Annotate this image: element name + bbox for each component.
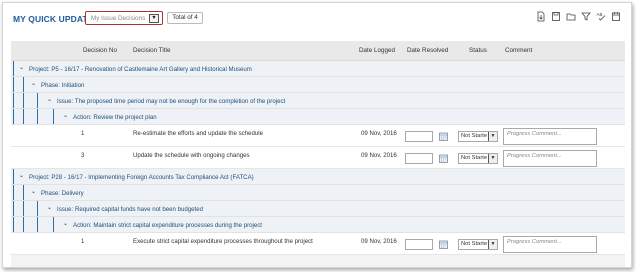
date-resolved-input[interactable] [405,153,433,164]
date-logged: 09 Nov, 2016 [361,152,397,159]
filter-icon[interactable] [581,11,591,22]
date-logged: 09 Nov, 2016 [361,238,397,245]
table-row: 3 Update the schedule with ongoing chang… [11,147,625,169]
export-icon[interactable] [536,11,546,22]
view-select[interactable]: My Issue Decisions ▼ [85,11,163,25]
date-resolved-input[interactable] [405,239,433,250]
issue-label: Issue: The proposed time period may not … [57,97,286,105]
chevron-down-icon[interactable]: ▼ [488,154,497,163]
progress-comment-field[interactable]: Progress Comment... [503,236,597,253]
action-label: Action: Maintain strict capital expendit… [73,221,263,229]
col-status: Status [469,47,487,54]
phase-row[interactable]: ⌄ Phase: Delivery [11,185,625,201]
col-date-logged: Date Logged [359,47,396,54]
calendar-icon[interactable] [439,240,448,249]
indent-bar [23,185,24,200]
project-row[interactable]: ⌄ Project: P5 - 16/17 - Renovation of Ca… [11,61,625,77]
indent-bar [13,169,14,184]
col-date-resolved: Date Resolved [407,47,449,54]
chevron-down-icon[interactable]: ▼ [488,132,497,141]
issue-row[interactable]: ⌄ Issue: The proposed time period may no… [11,93,625,109]
indent-bar [23,217,24,232]
issue-label: Issue: Required capital funds have not b… [57,205,204,213]
date-logged: 09 Nov, 2016 [361,130,397,137]
action-row[interactable]: ⌄ Action: Review the project plan [11,109,625,125]
indent-bar [37,201,38,216]
progress-comment-field[interactable]: Progress Comment... [503,150,597,167]
chevron-down-icon[interactable]: ⌄ [19,173,25,179]
spellcheck-icon[interactable]: AB [596,11,606,22]
progress-comment-field[interactable]: Progress Comment... [503,128,597,145]
indent-bar [53,217,54,232]
decisions-table: Decision No Decision Title Date Logged D… [11,41,625,267]
status-value: Not Starte [461,241,488,247]
view-select-value: My Issue Decisions [91,14,146,22]
indent-bar [23,109,24,124]
status-select[interactable]: Not Starte ▼ [458,131,498,142]
project-label: Project: P5 - 16/17 - Renovation of Cast… [29,65,252,73]
toolbar: AB [536,11,621,22]
quick-update-panel: MY QUICK UPDATE My Issue Decisions ▼ Tot… [2,2,632,268]
action-label: Action: Review the project plan [73,113,157,121]
chevron-down-icon[interactable]: ⌄ [31,81,37,87]
chevron-down-icon[interactable]: ⌄ [19,65,25,71]
indent-bar [37,93,38,108]
indent-bar [13,185,14,200]
indent-bar [23,201,24,216]
calendar-icon[interactable] [439,132,448,141]
decision-title: Execute strict capital expenditure proce… [133,238,313,245]
chevron-down-icon[interactable]: ⌄ [63,221,69,227]
folder-icon[interactable] [566,11,576,22]
issue-row[interactable]: ⌄ Issue: Required capital funds have not… [11,201,625,217]
indent-bar [37,217,38,232]
table-header: Decision No Decision Title Date Logged D… [11,41,625,61]
calendar-icon[interactable] [611,11,621,22]
action-row[interactable]: ⌄ Action: Maintain strict capital expend… [11,217,625,233]
chevron-down-icon[interactable]: ⌄ [31,189,37,195]
decision-no: 1 [81,238,85,245]
chevron-down-icon[interactable]: ⌄ [47,97,53,103]
chevron-down-icon[interactable]: ⌄ [47,205,53,211]
decision-no: 3 [81,152,85,159]
chevron-down-icon[interactable]: ⌄ [63,113,69,119]
table-row: 1 Re-estimate the efforts and update the… [11,125,625,147]
phase-label: Phase: Initiation [41,81,85,89]
save-icon[interactable] [551,11,561,22]
chevron-down-icon[interactable]: ▼ [149,13,159,23]
indent-bar [13,77,14,92]
project-label: Project: P28 - 16/17 - Implementing Fore… [29,173,254,181]
col-decision-title: Decision Title [133,47,171,54]
col-comment: Comment [505,47,533,54]
decision-title: Update the schedule with ongoing changes [133,152,250,159]
page-title: MY QUICK UPDATE [13,14,94,24]
status-select[interactable]: Not Starte ▼ [458,153,498,164]
table-row: 1 Execute strict capital expenditure pro… [11,233,625,255]
indent-bar [13,217,14,232]
calendar-icon[interactable] [439,154,448,163]
project-row[interactable]: ⌄ Project: P28 - 16/17 - Implementing Fo… [11,169,625,185]
decision-no: 1 [81,130,85,137]
decision-title: Re-estimate the efforts and update the s… [133,130,263,137]
indent-bar [37,109,38,124]
date-resolved-input[interactable] [405,131,433,142]
phase-label: Phase: Delivery [41,189,84,197]
status-select[interactable]: Not Starte ▼ [458,239,498,250]
total-count-button[interactable]: Total of 4 [167,12,203,24]
indent-bar [23,77,24,92]
status-value: Not Starte [461,155,488,161]
svg-text:AB: AB [597,12,603,17]
indent-bar [13,93,14,108]
indent-bar [23,93,24,108]
status-value: Not Starte [461,133,488,139]
indent-bar [53,109,54,124]
indent-bar [13,109,14,124]
indent-bar [13,201,14,216]
indent-bar [13,61,14,76]
phase-row[interactable]: ⌄ Phase: Initiation [11,77,625,93]
chevron-down-icon[interactable]: ▼ [488,240,497,249]
col-decision-no: Decision No [83,47,117,54]
